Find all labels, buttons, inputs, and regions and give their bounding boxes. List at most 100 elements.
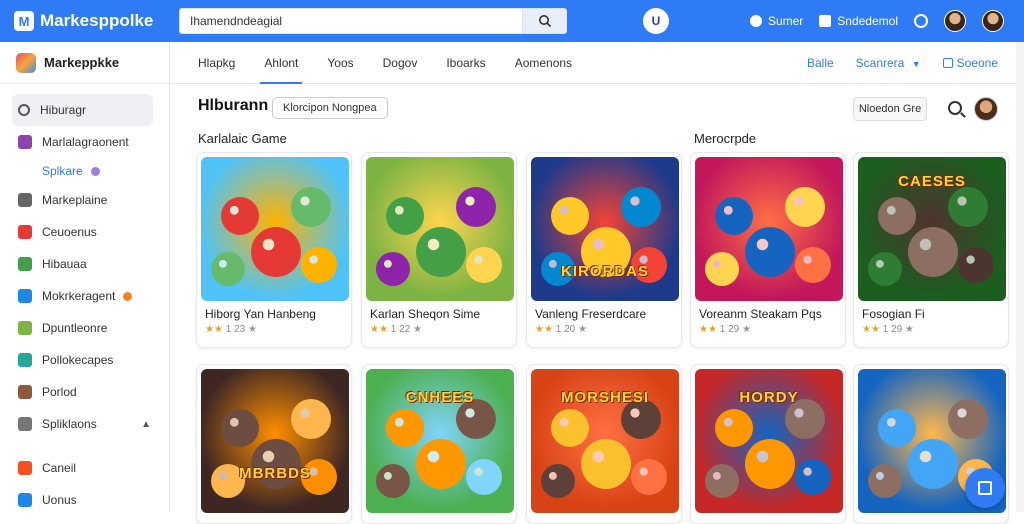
game-card[interactable]: MBRBDS (196, 364, 352, 524)
link-3[interactable]: Soeone (942, 56, 998, 70)
card-rating: ★★ 1 29 ★ (862, 324, 914, 335)
character-shape (958, 247, 994, 283)
sidebar-item-6[interactable]: Mokrkeragent (0, 280, 169, 312)
doc-icon (942, 58, 953, 68)
character-shape (541, 464, 575, 498)
avatar[interactable] (944, 10, 966, 32)
game-card[interactable]: HORDY (690, 364, 846, 524)
scrollbar[interactable] (1016, 42, 1024, 512)
sidebar-item-icon (18, 135, 32, 149)
game-thumbnail[interactable] (695, 157, 843, 301)
game-card[interactable]: Voreanm Steakam Pqs ★★ 1 29 ★ (690, 152, 846, 348)
game-card[interactable]: CAESES Fosogian Fi ★★ 1 29 ★ (853, 152, 1009, 348)
link-1[interactable]: Balle (807, 56, 834, 70)
game-card[interactable]: Hiborg Yan Hanbeng ★★ 1 23 ★ (196, 152, 352, 348)
tab-5[interactable]: Aomenons (515, 42, 572, 84)
sidebar-item-icon (18, 289, 32, 303)
avatar-secondary[interactable] (982, 10, 1004, 32)
star-icon: ★★ (699, 324, 717, 335)
app-brand[interactable]: M Markesppolke (14, 11, 153, 31)
center-logo-icon[interactable]: U (643, 8, 669, 34)
rating-count: 29 (891, 324, 903, 335)
star-icon: ★ (410, 324, 422, 335)
search-input[interactable] (179, 8, 523, 34)
search-icon[interactable] (948, 101, 962, 115)
topbar-item-2[interactable]: Sndedemol (819, 14, 898, 28)
game-thumbnail[interactable]: CNHEES (366, 369, 514, 513)
search-bar (179, 8, 567, 34)
sidebar-item-5[interactable]: Hibauaa (0, 248, 169, 280)
tab-3[interactable]: Dogov (383, 42, 418, 84)
game-card[interactable]: KIRORDAS Vanleng Freserdcare ★★ 1 20 ★ (526, 152, 682, 348)
character-shape (908, 227, 958, 277)
sidebar-item-label: Spliklaons (42, 417, 97, 431)
sidebar-item-3[interactable]: Markeplaine (0, 184, 169, 216)
floating-action-button[interactable] (965, 468, 1005, 508)
character-shape (795, 247, 831, 283)
tab-2[interactable]: Yoos (327, 42, 353, 84)
game-thumbnail[interactable]: CAESES (858, 157, 1006, 301)
game-thumbnail[interactable]: MBRBDS (201, 369, 349, 513)
character-shape (376, 464, 410, 498)
sidebar-item-7[interactable]: Dpuntleonre (0, 312, 169, 344)
sidebar-item-icon (18, 461, 32, 475)
sidebar-item-12[interactable]: Uonus (0, 484, 169, 516)
rating-count: 29 (728, 324, 740, 335)
star-icon: ★ (902, 324, 914, 335)
game-thumbnail[interactable] (366, 157, 514, 301)
game-thumbnail[interactable] (201, 157, 349, 301)
sidebar-item-icon (18, 193, 32, 207)
art-title-text: CNHEES (405, 389, 475, 406)
card-rating: ★★ 1 22 ★ (370, 324, 422, 335)
sidebar-item-4[interactable]: Ceuoenus (0, 216, 169, 248)
top-bar: M Markesppolke U Sumer Sndedemol (0, 0, 1024, 42)
sidebar-item-label: Hibauaa (42, 257, 87, 271)
rating-count: 23 (234, 324, 246, 335)
character-shape (878, 409, 916, 447)
star-icon: ★★ (205, 324, 223, 335)
sidebar-brand-label: Markeppkke (44, 55, 120, 70)
tab-0[interactable]: Hlapkg (198, 42, 235, 84)
character-shape (551, 197, 589, 235)
star-icon: ★ (575, 324, 587, 335)
character-shape (221, 409, 259, 447)
game-card[interactable]: MORSHESI (526, 364, 682, 524)
card-rating: ★★ 1 29 ★ (699, 324, 751, 335)
sidebar-item-label: Marlalagraonent (42, 135, 129, 149)
game-thumbnail[interactable]: MORSHESI (531, 369, 679, 513)
game-thumbnail[interactable]: HORDY (695, 369, 843, 513)
topbar-item-2-label: Sndedemol (837, 14, 898, 28)
character-shape (908, 439, 958, 489)
search-button[interactable] (523, 8, 567, 34)
game-card[interactable]: Karlan Sheqon Sime ★★ 1 22 ★ (361, 152, 517, 348)
settings-icon[interactable] (914, 14, 928, 28)
sidebar-item-9[interactable]: Porlod (0, 376, 169, 408)
character-shape (376, 252, 410, 286)
art-title-text: KIRORDAS (560, 263, 649, 280)
topbar-item-1[interactable]: Sumer (749, 14, 803, 28)
section-title-1: Karlalaic Game (198, 131, 287, 146)
character-shape (878, 197, 916, 235)
sidebar-item-8[interactable]: Pollokecapes (0, 344, 169, 376)
sidebar-item-0[interactable]: Hiburagr (12, 94, 153, 126)
section-title-2: Merocrpde (694, 131, 757, 146)
rating-count: 20 (564, 324, 576, 335)
search-icon (538, 15, 551, 28)
sidebar-item-icon (18, 225, 32, 239)
sidebar-item-10[interactable]: Spliklaons ▲ (0, 408, 169, 440)
sort-dropdown[interactable]: Nloedon Gre (853, 97, 927, 121)
tab-1[interactable]: Ahlont (260, 42, 303, 84)
sidebar-item-11[interactable]: Caneil (0, 452, 169, 484)
link-2[interactable]: Scanrera ▼ (856, 56, 921, 70)
chevron-up-icon[interactable]: ▲ (141, 419, 151, 430)
game-card[interactable]: CNHEES (361, 364, 517, 524)
filter-pill[interactable]: Klorcipon Nongpea (272, 97, 388, 119)
app-title: Markesppolke (40, 11, 154, 30)
sidebar-brand[interactable]: Markeppkke (0, 42, 169, 84)
tab-4[interactable]: Iboarks (446, 42, 485, 84)
sidebar-item-2[interactable]: Splkare (0, 158, 169, 184)
avatar[interactable] (974, 97, 998, 121)
sidebar-item-1[interactable]: Marlalagraonent (0, 126, 169, 158)
art-title-text: MORSHESI (560, 389, 649, 406)
game-thumbnail[interactable]: KIRORDAS (531, 157, 679, 301)
